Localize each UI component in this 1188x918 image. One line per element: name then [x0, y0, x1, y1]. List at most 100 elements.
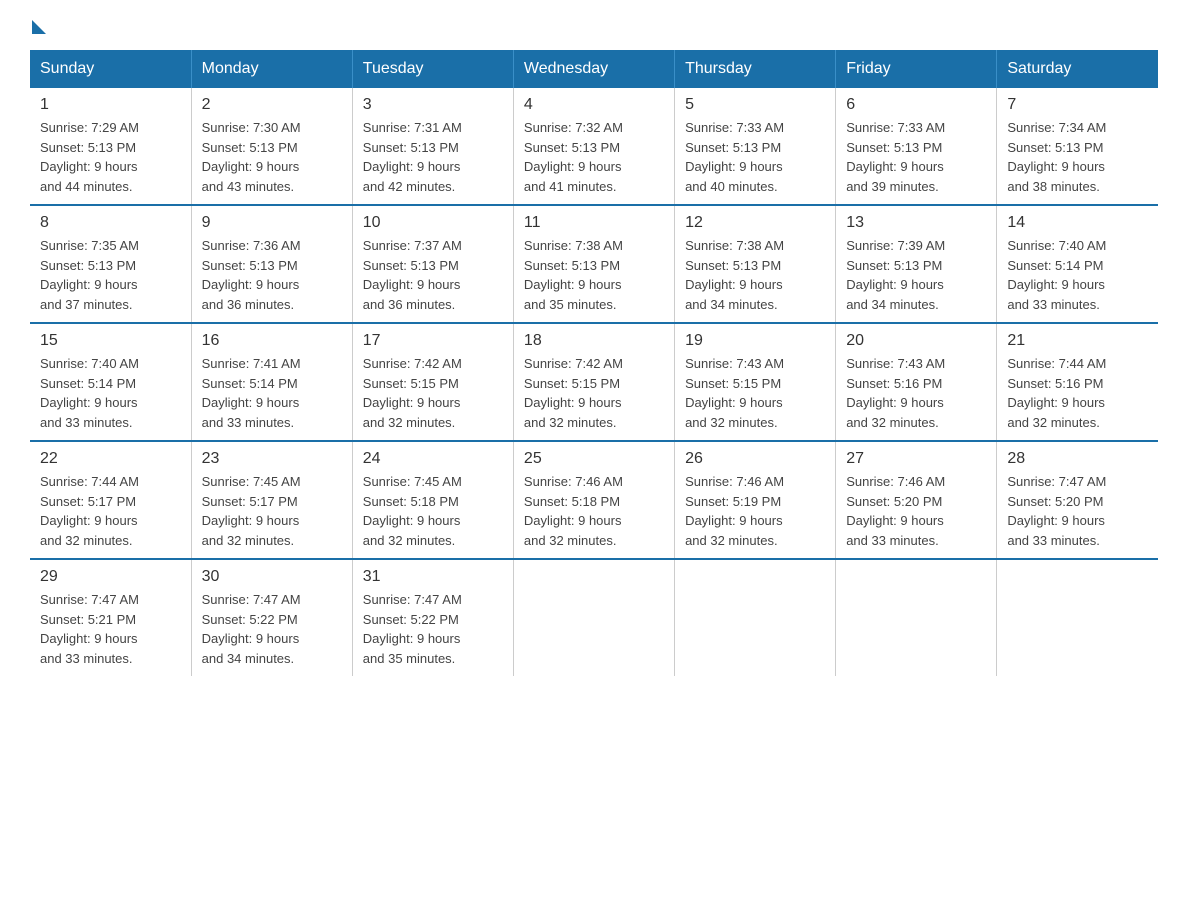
- header-wednesday: Wednesday: [513, 50, 674, 88]
- day-info: Sunrise: 7:36 AMSunset: 5:13 PMDaylight:…: [202, 238, 301, 312]
- day-info: Sunrise: 7:46 AMSunset: 5:19 PMDaylight:…: [685, 474, 784, 548]
- day-info: Sunrise: 7:29 AMSunset: 5:13 PMDaylight:…: [40, 120, 139, 194]
- calendar-cell: 29 Sunrise: 7:47 AMSunset: 5:21 PMDaylig…: [30, 559, 191, 676]
- day-info: Sunrise: 7:42 AMSunset: 5:15 PMDaylight:…: [363, 356, 462, 430]
- calendar-cell: 26 Sunrise: 7:46 AMSunset: 5:19 PMDaylig…: [675, 441, 836, 559]
- calendar-cell: 2 Sunrise: 7:30 AMSunset: 5:13 PMDayligh…: [191, 88, 352, 205]
- day-number: 18: [524, 332, 664, 350]
- calendar-cell: [997, 559, 1158, 676]
- calendar-cell: 6 Sunrise: 7:33 AMSunset: 5:13 PMDayligh…: [836, 88, 997, 205]
- day-info: Sunrise: 7:31 AMSunset: 5:13 PMDaylight:…: [363, 120, 462, 194]
- day-number: 20: [846, 332, 986, 350]
- calendar-cell: 12 Sunrise: 7:38 AMSunset: 5:13 PMDaylig…: [675, 205, 836, 323]
- header-monday: Monday: [191, 50, 352, 88]
- day-number: 24: [363, 450, 503, 468]
- calendar-cell: 27 Sunrise: 7:46 AMSunset: 5:20 PMDaylig…: [836, 441, 997, 559]
- day-number: 9: [202, 214, 342, 232]
- day-info: Sunrise: 7:47 AMSunset: 5:22 PMDaylight:…: [363, 592, 462, 666]
- calendar-cell: 9 Sunrise: 7:36 AMSunset: 5:13 PMDayligh…: [191, 205, 352, 323]
- day-number: 6: [846, 96, 986, 114]
- calendar-cell: 23 Sunrise: 7:45 AMSunset: 5:17 PMDaylig…: [191, 441, 352, 559]
- calendar-cell: 18 Sunrise: 7:42 AMSunset: 5:15 PMDaylig…: [513, 323, 674, 441]
- day-number: 3: [363, 96, 503, 114]
- day-info: Sunrise: 7:44 AMSunset: 5:16 PMDaylight:…: [1007, 356, 1106, 430]
- week-row-3: 15 Sunrise: 7:40 AMSunset: 5:14 PMDaylig…: [30, 323, 1158, 441]
- calendar-cell: 13 Sunrise: 7:39 AMSunset: 5:13 PMDaylig…: [836, 205, 997, 323]
- day-info: Sunrise: 7:46 AMSunset: 5:20 PMDaylight:…: [846, 474, 945, 548]
- calendar-cell: 19 Sunrise: 7:43 AMSunset: 5:15 PMDaylig…: [675, 323, 836, 441]
- calendar-cell: [675, 559, 836, 676]
- day-number: 26: [685, 450, 825, 468]
- calendar-cell: 7 Sunrise: 7:34 AMSunset: 5:13 PMDayligh…: [997, 88, 1158, 205]
- day-number: 2: [202, 96, 342, 114]
- day-number: 25: [524, 450, 664, 468]
- day-number: 29: [40, 568, 181, 586]
- day-info: Sunrise: 7:38 AMSunset: 5:13 PMDaylight:…: [685, 238, 784, 312]
- calendar-cell: 16 Sunrise: 7:41 AMSunset: 5:14 PMDaylig…: [191, 323, 352, 441]
- day-info: Sunrise: 7:43 AMSunset: 5:15 PMDaylight:…: [685, 356, 784, 430]
- day-number: 4: [524, 96, 664, 114]
- day-number: 16: [202, 332, 342, 350]
- day-info: Sunrise: 7:43 AMSunset: 5:16 PMDaylight:…: [846, 356, 945, 430]
- logo: [30, 20, 48, 30]
- header-thursday: Thursday: [675, 50, 836, 88]
- day-info: Sunrise: 7:40 AMSunset: 5:14 PMDaylight:…: [40, 356, 139, 430]
- day-number: 10: [363, 214, 503, 232]
- calendar-cell: 8 Sunrise: 7:35 AMSunset: 5:13 PMDayligh…: [30, 205, 191, 323]
- calendar-cell: 24 Sunrise: 7:45 AMSunset: 5:18 PMDaylig…: [352, 441, 513, 559]
- calendar-cell: 4 Sunrise: 7:32 AMSunset: 5:13 PMDayligh…: [513, 88, 674, 205]
- day-info: Sunrise: 7:47 AMSunset: 5:22 PMDaylight:…: [202, 592, 301, 666]
- day-info: Sunrise: 7:35 AMSunset: 5:13 PMDaylight:…: [40, 238, 139, 312]
- week-row-4: 22 Sunrise: 7:44 AMSunset: 5:17 PMDaylig…: [30, 441, 1158, 559]
- day-number: 31: [363, 568, 503, 586]
- day-info: Sunrise: 7:32 AMSunset: 5:13 PMDaylight:…: [524, 120, 623, 194]
- calendar-cell: 3 Sunrise: 7:31 AMSunset: 5:13 PMDayligh…: [352, 88, 513, 205]
- header-tuesday: Tuesday: [352, 50, 513, 88]
- calendar-table: SundayMondayTuesdayWednesdayThursdayFrid…: [30, 50, 1158, 676]
- calendar-cell: 17 Sunrise: 7:42 AMSunset: 5:15 PMDaylig…: [352, 323, 513, 441]
- day-number: 27: [846, 450, 986, 468]
- logo-arrow-icon: [32, 20, 46, 34]
- calendar-cell: 25 Sunrise: 7:46 AMSunset: 5:18 PMDaylig…: [513, 441, 674, 559]
- calendar-cell: 11 Sunrise: 7:38 AMSunset: 5:13 PMDaylig…: [513, 205, 674, 323]
- day-number: 30: [202, 568, 342, 586]
- day-info: Sunrise: 7:40 AMSunset: 5:14 PMDaylight:…: [1007, 238, 1106, 312]
- calendar-cell: 31 Sunrise: 7:47 AMSunset: 5:22 PMDaylig…: [352, 559, 513, 676]
- day-info: Sunrise: 7:47 AMSunset: 5:21 PMDaylight:…: [40, 592, 139, 666]
- calendar-cell: 22 Sunrise: 7:44 AMSunset: 5:17 PMDaylig…: [30, 441, 191, 559]
- day-info: Sunrise: 7:45 AMSunset: 5:18 PMDaylight:…: [363, 474, 462, 548]
- calendar-cell: 21 Sunrise: 7:44 AMSunset: 5:16 PMDaylig…: [997, 323, 1158, 441]
- day-number: 12: [685, 214, 825, 232]
- day-info: Sunrise: 7:39 AMSunset: 5:13 PMDaylight:…: [846, 238, 945, 312]
- calendar-cell: [513, 559, 674, 676]
- day-info: Sunrise: 7:41 AMSunset: 5:14 PMDaylight:…: [202, 356, 301, 430]
- day-info: Sunrise: 7:47 AMSunset: 5:20 PMDaylight:…: [1007, 474, 1106, 548]
- day-info: Sunrise: 7:45 AMSunset: 5:17 PMDaylight:…: [202, 474, 301, 548]
- day-number: 11: [524, 214, 664, 232]
- day-number: 23: [202, 450, 342, 468]
- page-header: [30, 20, 1158, 30]
- day-info: Sunrise: 7:37 AMSunset: 5:13 PMDaylight:…: [363, 238, 462, 312]
- day-info: Sunrise: 7:42 AMSunset: 5:15 PMDaylight:…: [524, 356, 623, 430]
- calendar-cell: 1 Sunrise: 7:29 AMSunset: 5:13 PMDayligh…: [30, 88, 191, 205]
- calendar-cell: 28 Sunrise: 7:47 AMSunset: 5:20 PMDaylig…: [997, 441, 1158, 559]
- day-number: 5: [685, 96, 825, 114]
- day-number: 28: [1007, 450, 1148, 468]
- calendar-cell: 30 Sunrise: 7:47 AMSunset: 5:22 PMDaylig…: [191, 559, 352, 676]
- calendar-cell: 5 Sunrise: 7:33 AMSunset: 5:13 PMDayligh…: [675, 88, 836, 205]
- day-number: 7: [1007, 96, 1148, 114]
- day-info: Sunrise: 7:44 AMSunset: 5:17 PMDaylight:…: [40, 474, 139, 548]
- header-saturday: Saturday: [997, 50, 1158, 88]
- calendar-header-row: SundayMondayTuesdayWednesdayThursdayFrid…: [30, 50, 1158, 88]
- day-number: 17: [363, 332, 503, 350]
- day-info: Sunrise: 7:38 AMSunset: 5:13 PMDaylight:…: [524, 238, 623, 312]
- calendar-cell: 15 Sunrise: 7:40 AMSunset: 5:14 PMDaylig…: [30, 323, 191, 441]
- week-row-2: 8 Sunrise: 7:35 AMSunset: 5:13 PMDayligh…: [30, 205, 1158, 323]
- day-info: Sunrise: 7:30 AMSunset: 5:13 PMDaylight:…: [202, 120, 301, 194]
- day-info: Sunrise: 7:33 AMSunset: 5:13 PMDaylight:…: [685, 120, 784, 194]
- week-row-5: 29 Sunrise: 7:47 AMSunset: 5:21 PMDaylig…: [30, 559, 1158, 676]
- day-number: 19: [685, 332, 825, 350]
- calendar-cell: [836, 559, 997, 676]
- week-row-1: 1 Sunrise: 7:29 AMSunset: 5:13 PMDayligh…: [30, 88, 1158, 205]
- day-number: 22: [40, 450, 181, 468]
